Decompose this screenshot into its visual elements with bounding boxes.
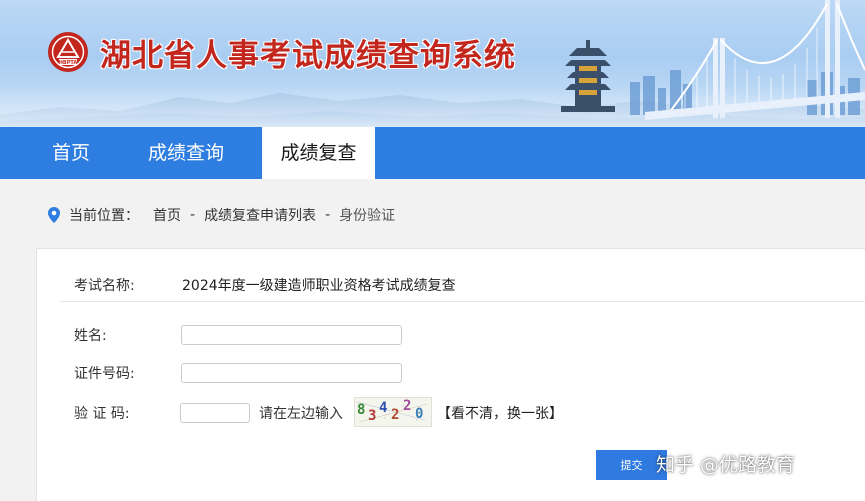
captcha-image[interactable]: 8 3 4 2 2 0 [354, 397, 432, 427]
city-bridge-scenery [561, 0, 865, 120]
captcha-input[interactable] [180, 403, 250, 423]
breadcrumb-prefix: 当前位置： [69, 208, 139, 224]
captcha-label: 验 证 码: [74, 406, 130, 422]
captcha-char: 8 [357, 402, 366, 418]
nav-home[interactable]: 首页 [38, 127, 104, 179]
site-title: 湖北省人事考试成绩查询系统 [100, 38, 516, 74]
captcha-refresh-link[interactable]: 【看不清，换一张】 [437, 403, 563, 423]
nav-score-review[interactable]: 成绩复查 [262, 127, 375, 179]
captcha-char: 0 [415, 406, 424, 422]
breadcrumb-separator: - [325, 207, 331, 223]
nav-score-query[interactable]: 成绩查询 [133, 127, 239, 179]
captcha-char: 4 [379, 400, 388, 416]
breadcrumb-review-list[interactable]: 成绩复查申请列表 [204, 205, 316, 225]
hbpta-logo: HBPTA [48, 32, 88, 72]
captcha-char: 2 [403, 398, 412, 414]
id-number-label: 证件号码: [74, 366, 135, 382]
breadcrumb: 当前位置： 首页 - 成绩复查申请列表 - 身份验证 [48, 204, 395, 226]
name-label: 姓名: [74, 328, 107, 344]
exam-name-row: 考试名称: 2024年度一级建造师职业资格考试成绩复查 [60, 267, 865, 302]
main-nav: 首页 成绩查询 成绩复查 [0, 127, 865, 179]
id-number-input[interactable] [181, 363, 402, 383]
watermark-text: 知乎 @优路教育 [656, 454, 796, 476]
location-pin-icon [48, 207, 60, 223]
name-input[interactable] [181, 325, 402, 345]
captcha-hint: 请在左边输入 [259, 406, 343, 422]
exam-name-value: 2024年度一级建造师职业资格考试成绩复查 [182, 278, 456, 294]
svg-text:HBPTA: HBPTA [59, 60, 78, 66]
breadcrumb-identity-verify: 身份验证 [339, 208, 396, 224]
breadcrumb-separator: - [190, 207, 196, 223]
captcha-char: 3 [368, 408, 377, 424]
captcha-char: 2 [391, 407, 400, 423]
breadcrumb-home[interactable]: 首页 [153, 205, 181, 225]
header-banner: HBPTA 湖北省人事考试成绩查询系统 [0, 0, 865, 127]
exam-name-label: 考试名称: [74, 278, 135, 294]
